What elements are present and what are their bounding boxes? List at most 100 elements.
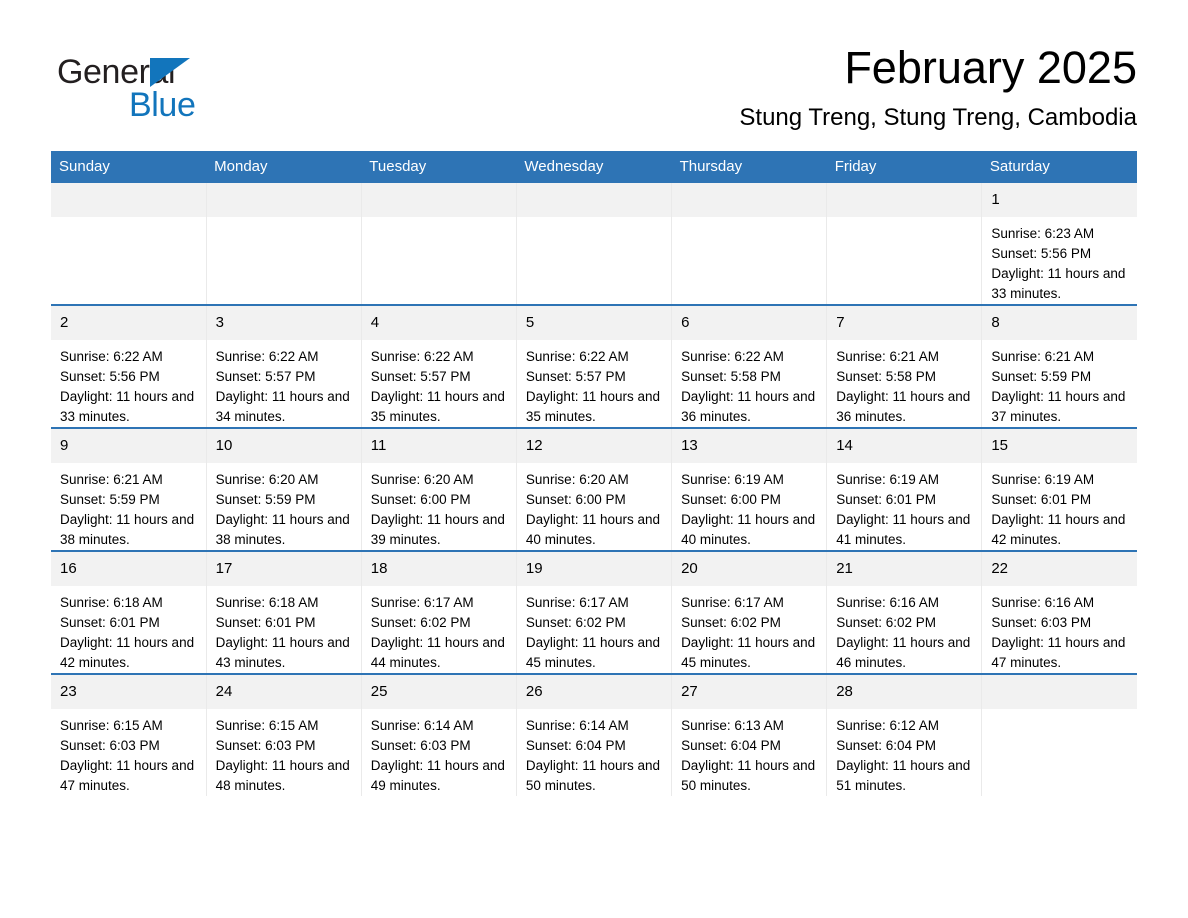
brand-logo: General Blue [51,44,351,124]
day-number: 2 [51,305,206,340]
calendar-day-cell[interactable]: 27 Sunrise: 6:13 AM Sunset: 6:04 PM Dayligh… [671,672,827,796]
triangle-icon [150,58,190,87]
sunset-text: Sunset: 6:01 PM [60,614,160,630]
calendar-empty-cell [826,182,982,305]
daylight-text: Daylight: 11 hours and 45 minutes. [681,634,816,670]
day-number: 22 [982,551,1137,586]
sunrise-text: Sunrise: 6:14 AM [370,717,474,733]
calendar-day-cell[interactable]: 1 Sunrise: 6:23 AM Sunset: 5:56 PM Daylight… [981,182,1137,305]
calendar-day-cell[interactable]: 24 Sunrise: 6:15 AM Sunset: 6:03 PM Dayligh… [205,672,362,796]
calendar-empty-cell [205,182,362,305]
calendar-day-cell[interactable]: 12 Sunrise: 6:20 AM Sunset: 6:00 PM Dayligh… [515,426,672,551]
daylight-text: Daylight: 11 hours and 37 minutes. [991,388,1126,424]
weekday-header-saturday: Saturday [981,150,1137,183]
day-number: 26 [516,674,672,709]
day-details: Sunrise: 6:22 AM Sunset: 5:58 PM Daylight:… [672,340,826,427]
calendar-day-cell[interactable]: 4 Sunrise: 6:22 AM Sunset: 5:57 PM Daylight… [360,303,517,428]
day-details: Sunrise: 6:14 AM Sunset: 6:04 PM Daylight:… [517,709,671,796]
day-details: Sunrise: 6:20 AM Sunset: 6:00 PM Daylight:… [517,463,671,550]
calendar-day-cell[interactable]: 14 Sunrise: 6:19 AM Sunset: 6:01 PM Dayligh… [826,426,982,551]
calendar-empty-cell [515,182,672,305]
day-number: 14 [827,428,982,463]
sunset-text: Sunset: 6:03 PM [60,737,160,753]
calendar-table: Sunday Monday Tuesday Wednesday Thursday… [51,150,1137,796]
calendar-page: General Blue February 2025 Stung Treng, … [0,0,1188,918]
day-number: 17 [206,551,361,586]
calendar-day-cell[interactable]: 21 Sunrise: 6:16 AM Sunset: 6:02 PM Dayligh… [826,549,982,674]
sunset-text: Sunset: 5:59 PM [60,491,160,507]
calendar-week-row: 9 Sunrise: 6:21 AM Sunset: 5:59 PM Daylight… [51,426,1137,551]
day-number: 10 [206,428,361,463]
sunrise-text: Sunrise: 6:16 AM [836,594,940,610]
calendar-day-cell[interactable]: 13 Sunrise: 6:19 AM Sunset: 6:00 PM Dayligh… [671,426,827,551]
day-number [516,182,672,217]
calendar-day-cell[interactable]: 7 Sunrise: 6:21 AM Sunset: 5:58 PM Daylight… [826,303,982,428]
calendar-day-cell[interactable]: 9 Sunrise: 6:21 AM Sunset: 5:59 PM Daylight… [51,426,207,551]
calendar-day-cell[interactable]: 19 Sunrise: 6:17 AM Sunset: 6:02 PM Dayligh… [515,549,672,674]
page-header: General Blue February 2025 Stung Treng, … [51,0,1137,132]
calendar-body: 1 Sunrise: 6:23 AM Sunset: 5:56 PM Daylight… [51,182,1137,796]
sunrise-text: Sunrise: 6:21 AM [836,348,940,364]
day-number [982,674,1137,709]
calendar-day-cell[interactable]: 3 Sunrise: 6:22 AM Sunset: 5:57 PM Daylight… [205,303,362,428]
sunset-text: Sunset: 6:04 PM [836,737,937,753]
sunset-text: Sunset: 6:01 PM [215,614,316,630]
day-details: Sunrise: 6:21 AM Sunset: 5:59 PM Daylight:… [982,340,1137,427]
day-number: 25 [361,674,516,709]
calendar-day-cell[interactable]: 17 Sunrise: 6:18 AM Sunset: 6:01 PM Dayligh… [205,549,362,674]
calendar-day-cell[interactable]: 11 Sunrise: 6:20 AM Sunset: 6:00 PM Dayligh… [360,426,517,551]
calendar-day-cell[interactable]: 2 Sunrise: 6:22 AM Sunset: 5:56 PM Daylight… [51,303,207,428]
title-block: February 2025 Stung Treng, Stung Treng, … [739,44,1137,132]
sunrise-text: Sunrise: 6:17 AM [681,594,784,610]
daylight-text: Daylight: 11 hours and 43 minutes. [215,634,350,670]
sunset-text: Sunset: 6:02 PM [370,614,471,630]
calendar-day-cell[interactable]: 16 Sunrise: 6:18 AM Sunset: 6:01 PM Dayligh… [51,549,207,674]
day-number: 6 [672,305,827,340]
calendar-week-row: 16 Sunrise: 6:18 AM Sunset: 6:01 PM Dayligh… [51,549,1137,674]
day-number: 27 [672,674,827,709]
day-details: Sunrise: 6:15 AM Sunset: 6:03 PM Daylight:… [51,709,206,796]
day-details: Sunrise: 6:17 AM Sunset: 6:02 PM Daylight:… [517,586,671,673]
calendar-day-cell[interactable]: 5 Sunrise: 6:22 AM Sunset: 5:57 PM Daylight… [515,303,672,428]
calendar-week-row: 2 Sunrise: 6:22 AM Sunset: 5:56 PM Daylight… [51,303,1137,428]
day-details: Sunrise: 6:21 AM Sunset: 5:59 PM Daylight:… [51,463,206,550]
calendar-day-cell[interactable]: 8 Sunrise: 6:21 AM Sunset: 5:59 PM Daylight… [981,303,1137,428]
sunset-text: Sunset: 5:58 PM [836,368,937,384]
calendar-day-cell[interactable]: 22 Sunrise: 6:16 AM Sunset: 6:03 PM Dayligh… [981,549,1137,674]
weekday-header-wednesday: Wednesday [516,150,672,183]
day-number: 13 [672,428,827,463]
sunset-text: Sunset: 5:57 PM [525,368,626,384]
sunrise-text: Sunrise: 6:19 AM [681,471,784,487]
day-number: 5 [516,305,672,340]
daylight-text: Daylight: 11 hours and 38 minutes. [60,511,195,547]
calendar-day-cell[interactable]: 18 Sunrise: 6:17 AM Sunset: 6:02 PM Dayligh… [360,549,517,674]
calendar-day-cell[interactable]: 10 Sunrise: 6:20 AM Sunset: 5:59 PM Dayligh… [205,426,362,551]
sunset-text: Sunset: 6:02 PM [836,614,937,630]
day-number [206,182,361,217]
weekday-header-monday: Monday [206,150,362,183]
calendar-week-row: 23 Sunrise: 6:15 AM Sunset: 6:03 PM Dayligh… [51,672,1137,796]
day-details: Sunrise: 6:16 AM Sunset: 6:03 PM Daylight:… [982,586,1137,673]
sunrise-text: Sunrise: 6:17 AM [525,594,629,610]
sunrise-text: Sunrise: 6:12 AM [836,717,940,733]
page-title: February 2025 [844,42,1137,93]
calendar-day-cell[interactable]: 28 Sunrise: 6:12 AM Sunset: 6:04 PM Dayligh… [826,672,982,796]
sunset-text: Sunset: 6:00 PM [681,491,781,507]
sunset-text: Sunset: 6:03 PM [370,737,471,753]
sunrise-text: Sunrise: 6:17 AM [370,594,474,610]
calendar-day-cell[interactable]: 6 Sunrise: 6:22 AM Sunset: 5:58 PM Daylight… [671,303,827,428]
day-number: 16 [51,551,206,586]
day-details: Sunrise: 6:18 AM Sunset: 6:01 PM Daylight:… [207,586,361,673]
calendar-day-cell[interactable]: 15 Sunrise: 6:19 AM Sunset: 6:01 PM Dayligh… [981,426,1137,551]
daylight-text: Daylight: 11 hours and 36 minutes. [836,388,971,424]
sunrise-text: Sunrise: 6:22 AM [525,348,629,364]
calendar-day-cell[interactable]: 25 Sunrise: 6:14 AM Sunset: 6:03 PM Dayligh… [360,672,517,796]
calendar-day-cell[interactable]: 20 Sunrise: 6:17 AM Sunset: 6:02 PM Dayligh… [671,549,827,674]
day-details: Sunrise: 6:17 AM Sunset: 6:02 PM Daylight:… [362,586,516,673]
calendar-day-cell[interactable]: 23 Sunrise: 6:15 AM Sunset: 6:03 PM Dayligh… [51,672,207,796]
sunrise-text: Sunrise: 6:14 AM [525,717,629,733]
sunset-text: Sunset: 5:58 PM [681,368,781,384]
calendar-empty-cell [671,182,827,305]
weekday-header-thursday: Thursday [671,150,827,183]
calendar-day-cell[interactable]: 26 Sunrise: 6:14 AM Sunset: 6:04 PM Dayligh… [515,672,672,796]
